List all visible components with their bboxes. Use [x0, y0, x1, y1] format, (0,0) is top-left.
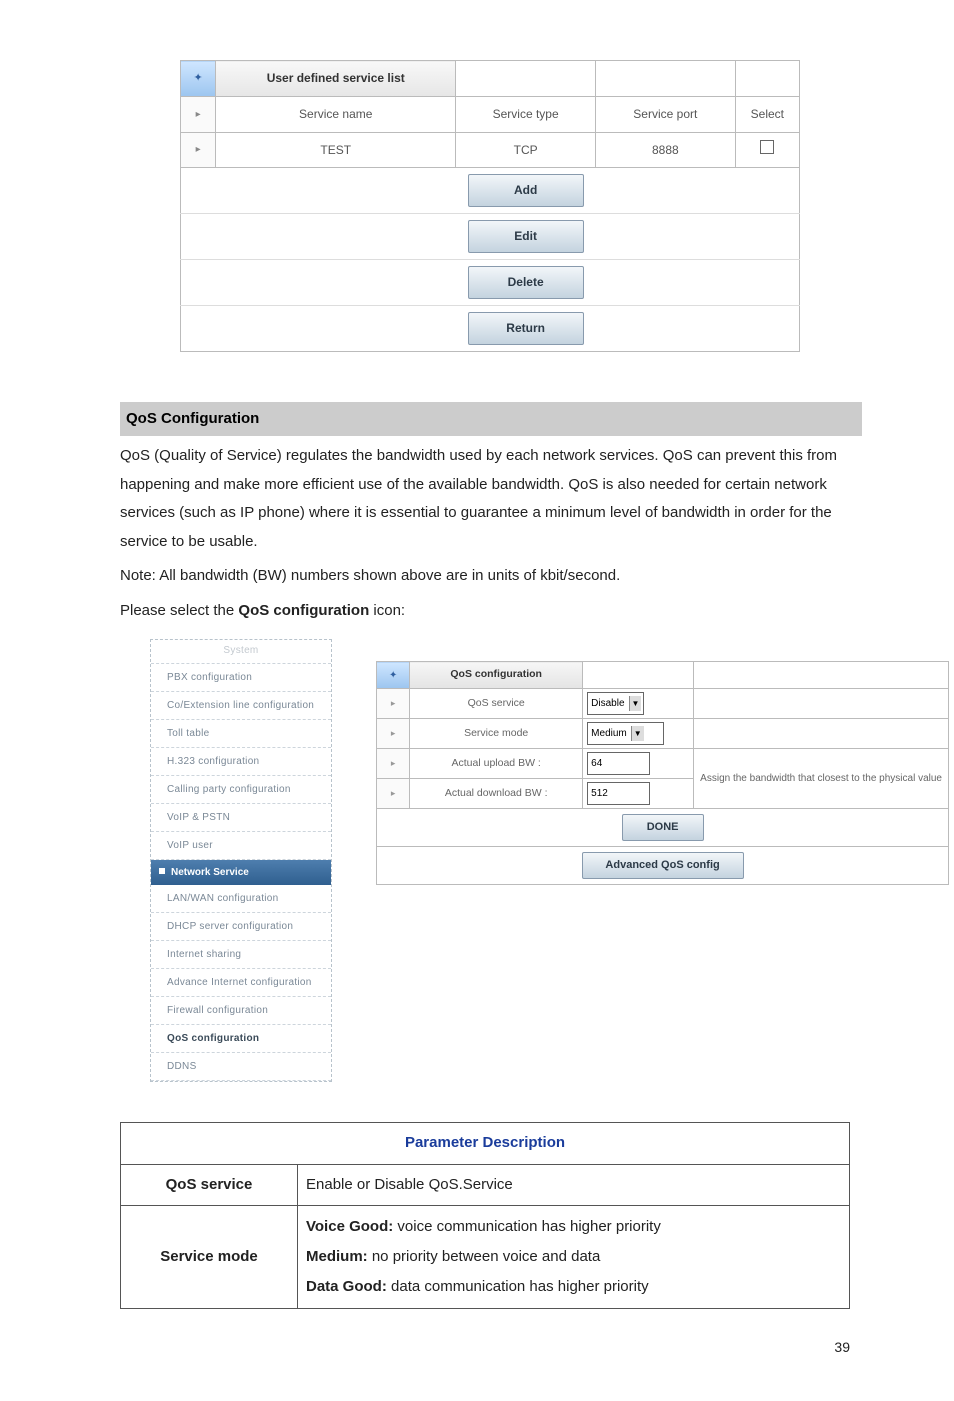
return-button[interactable]: Return [468, 312, 584, 345]
sidebar-item[interactable]: DDNS [151, 1053, 331, 1081]
row-marker-icon: ▸ [377, 719, 410, 749]
row-marker-icon: ▸ [181, 96, 216, 132]
row-marker-icon: ▸ [377, 779, 410, 809]
row-marker-icon: ▸ [181, 132, 216, 168]
qos-instruction: Please select the QoS configuration icon… [120, 597, 844, 626]
add-button[interactable]: Add [468, 174, 584, 207]
parameter-description-table: Parameter Description QoS service Enable… [120, 1122, 850, 1309]
download-bw-label: Actual download BW : [410, 779, 583, 809]
qos-configuration-heading: QoS Configuration [120, 402, 862, 437]
qos-note: Note: All bandwidth (BW) numbers shown a… [120, 562, 844, 591]
service-port-header: Service port [595, 96, 735, 132]
sidebar-item[interactable]: H.323 configuration [151, 748, 331, 776]
delete-button[interactable]: Delete [468, 266, 584, 299]
edit-button[interactable]: Edit [468, 220, 584, 253]
upload-bw-label: Actual upload BW : [410, 749, 583, 779]
param-table-title: Parameter Description [121, 1123, 850, 1165]
service-mode-label: Service mode [410, 719, 583, 749]
select-cell [735, 132, 799, 168]
page-number: 39 [120, 1334, 850, 1361]
chevron-down-icon: ▼ [629, 696, 642, 711]
sidebar-category-network-service[interactable]: Network Service [151, 860, 331, 885]
sidebar-item[interactable]: Firewall configuration [151, 997, 331, 1025]
sidebar-item-qos-configuration[interactable]: QoS configuration [151, 1025, 331, 1053]
row-marker-icon: ▸ [377, 749, 410, 779]
service-port-cell: 8888 [595, 132, 735, 168]
panel-title: User defined service list [216, 61, 456, 97]
panel-icon: ✦ [377, 662, 410, 689]
sidebar-item[interactable]: Co/Extension line configuration [151, 692, 331, 720]
service-name-header: Service name [216, 96, 456, 132]
param-qos-service-key: QoS service [121, 1164, 298, 1206]
param-qos-service-desc: Enable or Disable QoS.Service [298, 1164, 850, 1206]
qos-service-label: QoS service [410, 689, 583, 719]
advanced-qos-config-button[interactable]: Advanced QoS config [582, 852, 744, 879]
done-button[interactable]: DONE [622, 814, 704, 841]
service-type-cell: TCP [456, 132, 596, 168]
sidebar-item[interactable]: PBX configuration [151, 664, 331, 692]
sidebar-item[interactable]: Calling party configuration [151, 776, 331, 804]
sidebar-item-cut: System [151, 640, 331, 664]
qos-description: QoS (Quality of Service) regulates the b… [120, 442, 844, 556]
select-header: Select [735, 96, 799, 132]
service-mode-select[interactable]: Medium▼ [587, 722, 664, 745]
sidebar-item[interactable]: LAN/WAN configuration [151, 885, 331, 913]
download-bw-input[interactable]: 512 [587, 782, 650, 805]
param-service-mode-key: Service mode [121, 1206, 298, 1309]
sidebar-item[interactable]: VoIP & PSTN [151, 804, 331, 832]
qos-service-select[interactable]: Disable▼ [587, 692, 644, 715]
sidebar-item[interactable]: DHCP server configuration [151, 913, 331, 941]
select-checkbox[interactable] [760, 140, 774, 154]
service-type-header: Service type [456, 96, 596, 132]
sidebar-item[interactable]: Advance Internet configuration [151, 969, 331, 997]
sidebar-item[interactable]: Toll table [151, 720, 331, 748]
row-marker-icon: ▸ [377, 689, 410, 719]
chevron-down-icon: ▼ [631, 726, 644, 741]
service-name-cell: TEST [216, 132, 456, 168]
sidebar-menu: System PBX configurationCo/Extension lin… [150, 639, 332, 1082]
upload-bw-input[interactable]: 64 [587, 752, 650, 775]
panel-icon: ✦ [181, 61, 216, 97]
sidebar-item[interactable]: Internet sharing [151, 941, 331, 969]
qos-config-panel: ✦ QoS configuration ▸ QoS service Disabl… [376, 661, 949, 885]
qos-panel-title: QoS configuration [410, 662, 583, 689]
bandwidth-hint: Assign the bandwidth that closest to the… [694, 749, 949, 809]
sidebar-item[interactable]: VoIP user [151, 832, 331, 860]
user-defined-service-list-table: ✦ User defined service list ▸ Service na… [180, 60, 800, 352]
param-service-mode-desc: Voice Good: voice communication has high… [298, 1206, 850, 1309]
